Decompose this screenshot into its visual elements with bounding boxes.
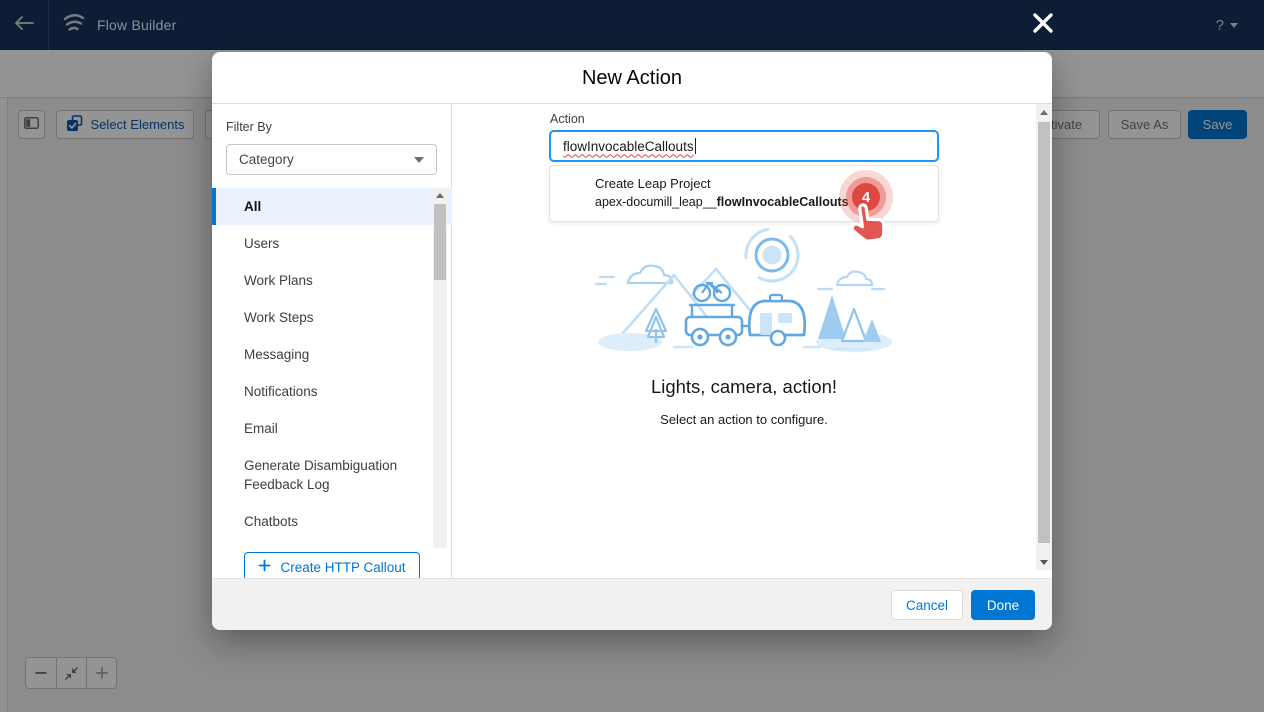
close-button[interactable]: [1028, 8, 1058, 38]
filter-by-label: Filter By: [226, 120, 272, 134]
action-search-value: flowInvocableCallouts: [563, 139, 694, 154]
category-item-all[interactable]: All: [212, 188, 452, 225]
flow-builder-screen: Flow Builder ? Select Elements Acti: [0, 0, 1264, 712]
scroll-up-arrow-icon[interactable]: [436, 193, 444, 198]
modal-header: New Action: [212, 52, 1052, 104]
empty-state-heading: Lights, camera, action!: [452, 376, 1036, 398]
suggestion-title: Create Leap Project: [595, 176, 711, 191]
category-list-scrollbar[interactable]: [433, 188, 447, 548]
cancel-button[interactable]: Cancel: [891, 590, 963, 620]
chevron-down-icon: [414, 157, 424, 163]
category-item-messaging[interactable]: Messaging: [212, 336, 452, 373]
filter-category-select[interactable]: Category: [226, 144, 437, 175]
category-item-email[interactable]: Email: [212, 410, 452, 447]
category-list: All Users Work Plans Work Steps Messagin…: [212, 188, 452, 548]
camping-illustration: [594, 225, 894, 355]
category-item-notifications[interactable]: Notifications: [212, 373, 452, 410]
modal-body: Filter By Category All Users Work Plans …: [212, 104, 1052, 578]
suggestion-api-name: apex-documill_leap__flowInvocableCallout…: [595, 195, 849, 209]
empty-state-subtext: Select an action to configure.: [452, 412, 1036, 427]
modal-footer: Cancel Done: [212, 578, 1052, 630]
create-http-callout-label: Create HTTP Callout: [280, 560, 405, 575]
modal-title: New Action: [212, 52, 1052, 104]
action-field-label: Action: [550, 112, 585, 126]
category-item-work-steps[interactable]: Work Steps: [212, 299, 452, 336]
category-item-work-plans[interactable]: Work Plans: [212, 262, 452, 299]
scroll-up-arrow-icon[interactable]: [1040, 110, 1048, 115]
done-button[interactable]: Done: [971, 590, 1035, 620]
new-action-modal: New Action Filter By Category All Users …: [212, 52, 1052, 630]
category-item-generate-disambiguation-feedback-log[interactable]: Generate Disambiguation Feedback Log: [212, 447, 452, 503]
suggestion-create-leap-project[interactable]: Create Leap Project apex-documill_leap__…: [550, 166, 938, 221]
create-http-callout-button[interactable]: Create HTTP Callout: [244, 552, 420, 578]
action-suggestion-dropdown: Create Leap Project apex-documill_leap__…: [549, 165, 939, 222]
scrollbar-thumb[interactable]: [434, 204, 446, 280]
scrollbar-thumb[interactable]: [1038, 122, 1050, 543]
modal-body-scrollbar[interactable]: [1036, 104, 1052, 570]
category-panel: Filter By Category All Users Work Plans …: [212, 104, 452, 578]
scroll-down-arrow-icon[interactable]: [1040, 560, 1048, 565]
category-item-users[interactable]: Users: [212, 225, 452, 262]
cancel-label: Cancel: [906, 598, 948, 613]
done-label: Done: [987, 598, 1019, 613]
action-panel: Action flowInvocableCallouts Create Leap…: [452, 104, 1052, 578]
category-item-chatbots[interactable]: Chatbots: [212, 503, 452, 540]
text-caret: [695, 138, 696, 154]
filter-category-value: Category: [239, 152, 294, 167]
plus-icon: [258, 559, 271, 575]
close-icon: [1030, 10, 1056, 36]
action-search-input[interactable]: flowInvocableCallouts: [549, 130, 939, 162]
